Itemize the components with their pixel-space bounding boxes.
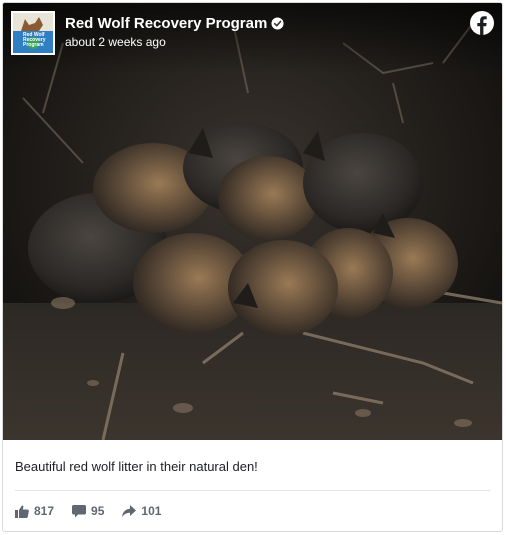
verified-badge-icon [271, 17, 284, 30]
avatar-text: Red Wolf Recovery Program [23, 32, 46, 48]
share-count-text: 101 [141, 504, 162, 518]
post-photo[interactable]: Red Wolf Recovery Program Red Wolf Recov… [3, 3, 502, 440]
divider [15, 490, 490, 491]
share-count[interactable]: 101 [122, 504, 161, 518]
page-avatar[interactable]: Red Wolf Recovery Program [11, 11, 55, 55]
comment-bubble-icon [72, 504, 87, 518]
post-caption: Beautiful red wolf litter in their natur… [15, 459, 258, 474]
post-card: Red Wolf Recovery Program Red Wolf Recov… [2, 2, 503, 532]
engagement-bar: 817 95 101 [15, 502, 161, 520]
share-arrow-icon [122, 505, 137, 517]
facebook-logo-icon[interactable] [470, 11, 494, 35]
comment-count[interactable]: 95 [72, 504, 104, 518]
page-name-text: Red Wolf Recovery Program [65, 15, 268, 32]
thumbs-up-icon [15, 504, 29, 518]
comment-count-text: 95 [91, 504, 105, 518]
like-count-text: 817 [34, 504, 55, 518]
page-name-link[interactable]: Red Wolf Recovery Program [65, 15, 284, 32]
like-count[interactable]: 817 [15, 504, 54, 518]
post-timestamp[interactable]: about 2 weeks ago [65, 35, 166, 49]
